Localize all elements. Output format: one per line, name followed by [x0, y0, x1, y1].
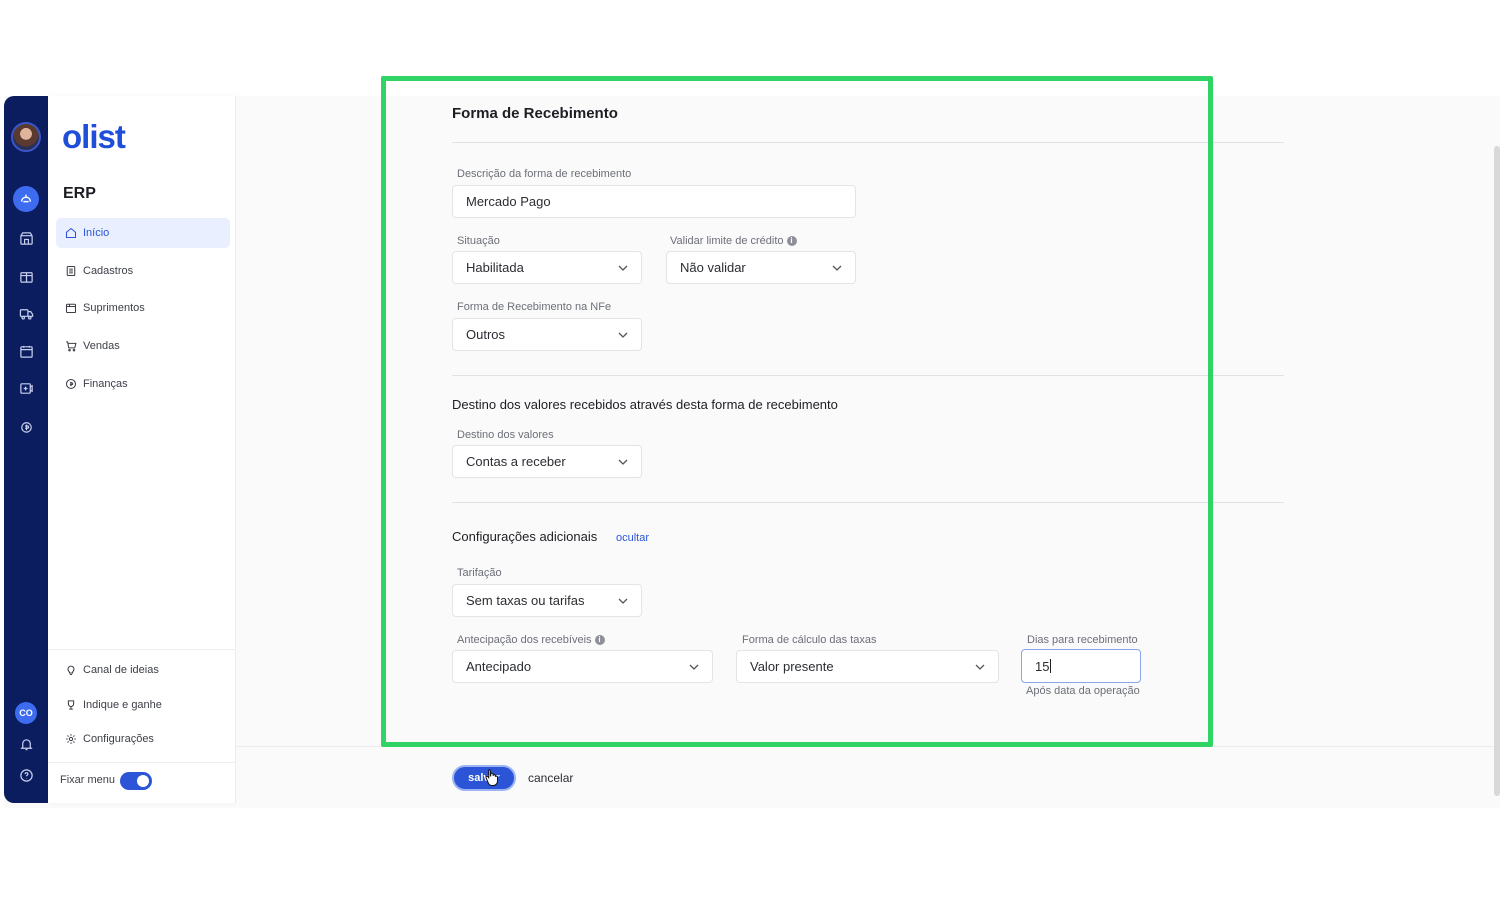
erp-app-icon[interactable] — [13, 186, 39, 212]
company-badge[interactable]: CO — [15, 702, 37, 724]
sidebar-item-inicio[interactable]: Início — [56, 218, 230, 248]
sidebar-item-canal-de-ideias[interactable]: Canal de ideias — [56, 655, 230, 685]
cancel-button[interactable]: cancelar — [528, 771, 573, 785]
sidebar-item-financas[interactable]: Finanças — [56, 369, 230, 399]
scrollbar[interactable] — [1494, 146, 1500, 796]
trophy-icon — [67, 700, 75, 710]
save-button[interactable]: salvar — [452, 765, 516, 791]
list-icon — [66, 265, 76, 277]
highlight-box — [381, 76, 1213, 747]
sidebar: olist ERP Início Cadastros Suprimentos V… — [48, 96, 236, 803]
gear-icon — [66, 734, 76, 744]
sidebar-item-label: Cadastros — [83, 265, 134, 277]
sidebar-item-vendas[interactable]: Vendas — [56, 331, 230, 361]
olist-logo[interactable]: olist — [62, 118, 126, 156]
sidebar-item-label: Indique e ganhe — [83, 699, 162, 711]
sidebar-item-suprimentos[interactable]: Suprimentos — [56, 293, 230, 323]
money-icon[interactable] — [14, 414, 38, 438]
truck-icon[interactable] — [14, 301, 38, 325]
box-icon — [65, 303, 77, 314]
sidebar-section-title: ERP — [63, 185, 96, 202]
pin-menu-toggle[interactable] — [120, 772, 152, 790]
calendar-icon[interactable] — [14, 339, 38, 363]
lightbulb-icon — [67, 665, 75, 676]
sidebar-divider — [48, 649, 236, 650]
sidebar-item-label: Início — [83, 227, 110, 239]
sidebar-item-label: Vendas — [83, 340, 120, 352]
screen: CO olist ERP Início Cadastros Suprimento… — [0, 0, 1500, 900]
package-icon[interactable] — [14, 264, 38, 288]
user-avatar[interactable] — [11, 122, 41, 152]
coin-icon — [65, 378, 77, 390]
sidebar-divider — [48, 762, 236, 763]
sidebar-item-configuracoes[interactable]: Configurações — [56, 724, 230, 754]
sidebar-item-cadastros[interactable]: Cadastros — [56, 256, 230, 286]
add-media-icon[interactable] — [14, 376, 38, 400]
hand-cursor-icon — [485, 769, 498, 786]
sidebar-item-label: Finanças — [83, 378, 128, 390]
bell-icon[interactable] — [14, 732, 38, 756]
sidebar-item-label: Configurações — [83, 733, 154, 745]
sidebar-item-label: Suprimentos — [83, 302, 145, 314]
cart-icon — [66, 341, 77, 352]
home-icon — [65, 227, 77, 239]
store-icon[interactable] — [14, 226, 38, 250]
pin-menu-label: Fixar menu — [60, 774, 116, 786]
sidebar-item-indique-e-ganhe[interactable]: Indique e ganhe — [56, 690, 230, 720]
help-icon[interactable] — [14, 763, 38, 787]
sidebar-item-label: Canal de ideias — [83, 664, 159, 676]
icon-rail: CO — [4, 96, 48, 803]
